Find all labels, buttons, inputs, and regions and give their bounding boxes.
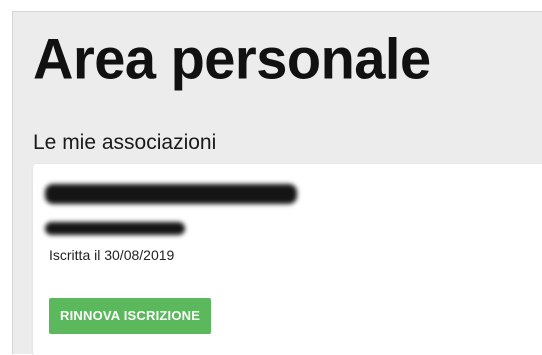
page-title: Area personale (33, 26, 431, 91)
redacted-association-name (45, 184, 297, 204)
association-card: Iscritta il 30/08/2019 RINNOVA ISCRIZION… (33, 164, 542, 355)
renew-membership-button[interactable]: RINNOVA ISCRIZIONE (49, 298, 212, 334)
redacted-association-subtitle (45, 222, 185, 235)
membership-date-text: Iscritta il 30/08/2019 (49, 247, 175, 263)
section-title-associations: Le mie associazioni (33, 131, 217, 154)
page-content-area: Area personale Le mie associazioni Iscri… (12, 11, 542, 355)
